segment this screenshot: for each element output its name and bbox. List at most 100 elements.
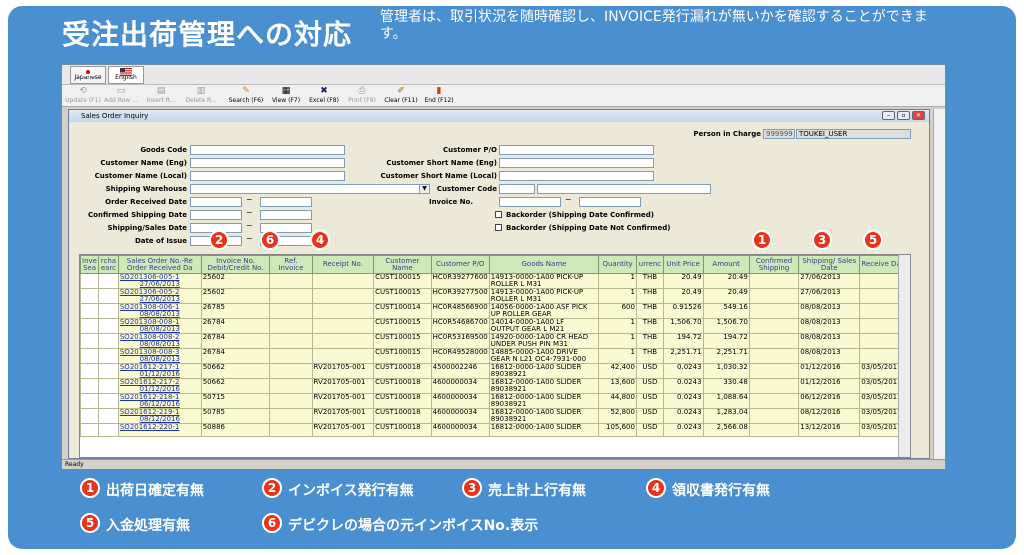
goods-name-cell[interactable]: 16812-0000-1A00 SLIDER 89038921 [488,378,600,394]
ref-invoice-cell[interactable] [269,408,313,424]
purchase-search-cell[interactable] [97,333,119,349]
confirmed-shipping-cell[interactable] [748,378,800,394]
customer-po-cell[interactable]: 4600000034 [430,378,490,394]
customer-name-cell[interactable]: CUST100018 [373,378,432,394]
ref-invoice-cell[interactable] [269,273,313,289]
currency-cell[interactable]: THB [635,318,664,334]
goods-name-cell[interactable]: 14885-0000-1A00 DRIVE GEAR N L21 OC4-7931… [488,348,600,364]
customer-po-cell[interactable]: 4600000034 [430,408,490,424]
shipping-sales-date-cell[interactable]: 13/12/2016 [798,423,861,437]
invoice-no-cell[interactable]: 50715 [200,393,271,409]
update-button[interactable]: ⟲ Update (F1) [64,86,102,104]
customer-po-cell[interactable]: 4500002246 [430,363,490,379]
confirmed-shipping-from-field[interactable] [190,210,242,220]
customer-name-cell[interactable]: CUST100015 [373,273,432,289]
confirmed-shipping-cell[interactable] [748,273,800,289]
goods-name-cell[interactable]: 16812-0000-1A00 SLIDER 89038921 [488,408,600,424]
col-sales-order-no[interactable]: Sales Order No.-Re Order Received Da [117,255,202,274]
currency-cell[interactable]: THB [635,348,664,364]
close-button[interactable]: ✕ [912,111,925,120]
amount-cell[interactable]: 20.49 [702,273,750,289]
ref-invoice-cell[interactable] [269,378,313,394]
invoice-no-cell[interactable]: 50662 [200,378,271,394]
invoice-search-cell[interactable] [80,288,99,304]
invoice-search-cell[interactable] [80,318,99,334]
invoice-no-cell[interactable]: 50785 [200,408,271,424]
unit-price-cell[interactable]: 0.0243 [662,378,704,394]
print-button[interactable]: ⎙ Print (F9) [344,86,380,104]
invoice-no-from-field[interactable] [499,197,561,207]
invoice-no-cell[interactable]: 25602 [200,273,271,289]
shipping-sales-date-cell[interactable]: 27/06/2013 [798,288,861,304]
invoice-no-cell[interactable]: 26784 [200,333,271,349]
currency-cell[interactable]: USD [635,363,664,379]
receipt-no-cell[interactable] [311,333,375,349]
quantity-cell[interactable]: 52,800 [598,408,637,424]
amount-cell[interactable]: 1,506.70 [702,318,750,334]
currency-cell[interactable]: THB [635,273,664,289]
delete-row-button[interactable]: ▥ Delete R... [182,86,220,104]
shipping-sales-date-cell[interactable]: 08/08/2013 [798,348,861,364]
end-button[interactable]: ▮ End (F12) [422,86,456,104]
customer-name-eng-field[interactable] [190,158,345,168]
minimize-button[interactable]: – [882,111,895,120]
customer-name-cell[interactable]: CUST100015 [373,333,432,349]
amount-cell[interactable]: 20.49 [702,288,750,304]
sales-order-cell[interactable]: SO201612-217-1 01/12/2016 [117,363,202,379]
order-received-to-field[interactable] [260,197,312,207]
unit-price-cell[interactable]: 0.0243 [662,393,704,409]
purchase-search-cell[interactable] [97,393,119,409]
customer-po-cell[interactable]: HC0R48566900 [430,303,490,319]
unit-price-cell[interactable]: 0.0243 [662,408,704,424]
table-row[interactable]: SO201612-217-2 01/12/2016 50662 RV201705-00… [80,378,910,394]
customer-code-field[interactable] [499,184,535,194]
ref-invoice-cell[interactable] [269,393,313,409]
customer-short-local-field[interactable] [499,171,654,181]
receipt-no-cell[interactable] [311,348,375,364]
amount-cell[interactable]: 1,283.04 [702,408,750,424]
language-english-button[interactable]: English [108,66,144,84]
receipt-no-cell[interactable]: RV201705-001 [311,378,375,394]
customer-name-cell[interactable]: CUST100015 [373,348,432,364]
shipping-sales-date-cell[interactable]: 01/12/2016 [798,363,861,379]
confirmed-shipping-cell[interactable] [748,393,800,409]
add-row-button[interactable]: ▭ Add Row ... [102,86,140,104]
currency-cell[interactable]: THB [635,303,664,319]
shipping-sales-date-cell[interactable]: 08/08/2013 [798,318,861,334]
table-row[interactable]: SO201308-008-2 08/08/2013 26784 CUST100015 H… [80,333,910,349]
quantity-cell[interactable]: 1 [598,273,637,289]
invoice-search-cell[interactable] [80,408,99,424]
sales-order-cell[interactable]: SO201308-008-2 08/08/2013 [117,333,202,349]
col-invoice-no[interactable]: Invoice No. Debit/Credit No. [200,255,271,274]
col-amount[interactable]: Amount [702,255,750,274]
invoice-search-cell[interactable] [80,423,99,437]
sales-order-cell[interactable]: SO201308-008-1 08/08/2013 [117,318,202,334]
amount-cell[interactable]: 194.72 [702,333,750,349]
quantity-cell[interactable]: 1 [598,348,637,364]
col-purchase-search[interactable]: rcha earc [97,255,119,274]
customer-name-cell[interactable]: CUST100014 [373,303,432,319]
goods-name-cell[interactable]: 16812-0000-1A00 SLIDER 89038921 [488,393,600,409]
receipt-no-cell[interactable]: RV201705-001 [311,408,375,424]
customer-po-cell[interactable]: HC0R53169500 [430,333,490,349]
amount-cell[interactable]: 330.48 [702,378,750,394]
purchase-search-cell[interactable] [97,378,119,394]
sales-order-cell[interactable]: SO201308-008-3 08/08/2013 [117,348,202,364]
order-received-from-field[interactable] [190,197,242,207]
sales-order-cell[interactable]: SO201612-217-2 01/12/2016 [117,378,202,394]
amount-cell[interactable]: 2,251.71 [702,348,750,364]
col-shipping-sales-date[interactable]: Shipping/ Sales Date [798,255,861,274]
language-japanese-button[interactable]: Japanese [70,66,106,84]
customer-po-cell[interactable]: 4600000034 [430,393,490,409]
sales-order-cell[interactable]: SO201308-006-1 08/08/2013 [117,303,202,319]
shipping-sales-date-cell[interactable]: 08/08/2013 [798,303,861,319]
insert-row-button[interactable]: ▤ Insert R... [142,86,180,104]
customer-name-cell[interactable]: CUST100018 [373,393,432,409]
confirmed-shipping-to-field[interactable] [260,210,312,220]
purchase-search-cell[interactable] [97,423,119,437]
view-button[interactable]: ▦ View (F7) [268,86,304,104]
table-row[interactable]: SO201306-005-2 27/06/2013 25602 CUST100015 H… [80,288,910,304]
goods-code-field[interactable] [190,145,345,155]
currency-cell[interactable]: THB [635,333,664,349]
purchase-search-cell[interactable] [97,288,119,304]
